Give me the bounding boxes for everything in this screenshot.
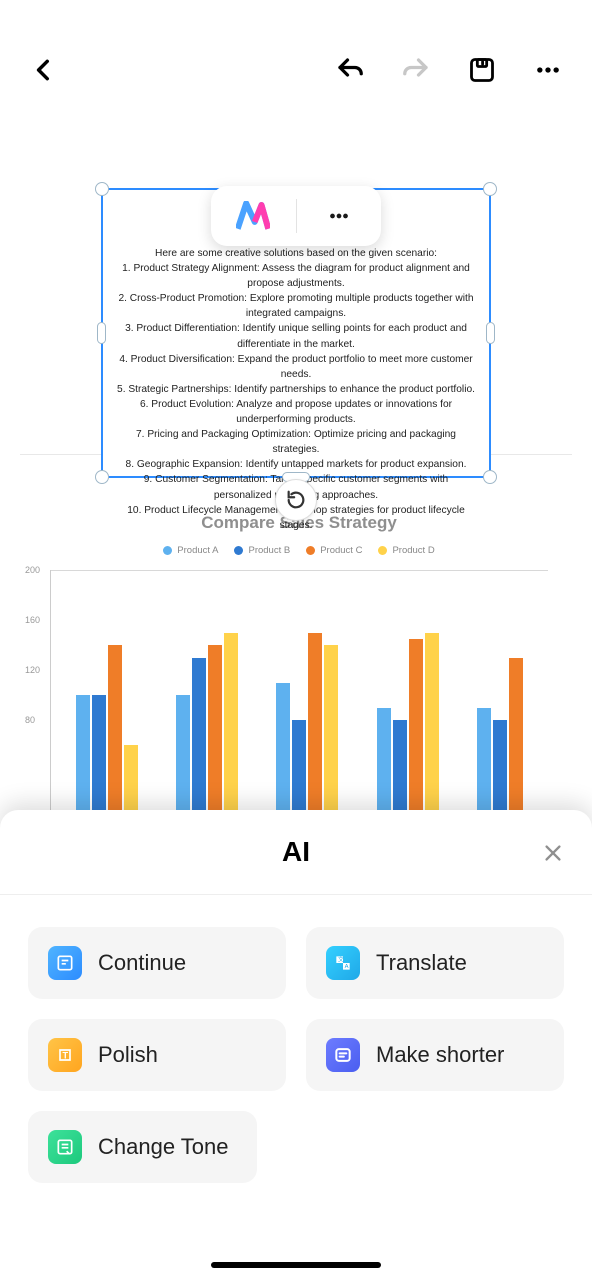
back-button[interactable]: [20, 46, 68, 94]
resize-handle-tr[interactable]: [483, 182, 497, 196]
redo-button[interactable]: [392, 46, 440, 94]
rotate-button[interactable]: [275, 479, 317, 521]
close-button[interactable]: [542, 842, 564, 869]
bar: [477, 708, 491, 821]
bar: [409, 639, 423, 820]
context-more-button[interactable]: [297, 186, 382, 246]
save-button[interactable]: [458, 46, 506, 94]
translate-button[interactable]: 文A Translate: [306, 927, 564, 999]
bar: [324, 645, 338, 820]
ai-actions: Continue 文A Translate T Polish Make shor…: [0, 895, 592, 1183]
close-icon: [542, 842, 564, 864]
app-logo-icon: [236, 201, 270, 231]
y-tick: 120: [25, 665, 40, 675]
bar: [208, 645, 222, 820]
rotate-ccw-icon: [285, 489, 307, 511]
bar-group: [377, 633, 439, 821]
resize-handle-left[interactable]: [97, 322, 106, 344]
legend-item: Product D: [378, 545, 434, 556]
top-toolbar: [0, 0, 592, 140]
bar: [493, 720, 507, 820]
polish-button[interactable]: T Polish: [28, 1019, 286, 1091]
ai-panel: AI Continue 文A Translate T Polish: [0, 810, 592, 1280]
app-logo-button[interactable]: [211, 186, 296, 246]
bar: [509, 658, 523, 821]
undo-button[interactable]: [326, 46, 374, 94]
more-horizontal-icon: [326, 203, 352, 229]
y-tick: 160: [25, 615, 40, 625]
polish-label: Polish: [98, 1042, 158, 1068]
home-indicator[interactable]: [211, 1262, 381, 1268]
bar: [176, 695, 190, 820]
bar: [224, 633, 238, 821]
legend-item: Product C: [306, 545, 362, 556]
continue-label: Continue: [98, 950, 186, 976]
continue-button[interactable]: Continue: [28, 927, 286, 999]
save-icon: [468, 56, 496, 84]
ai-panel-title: AI: [282, 836, 310, 867]
bar: [108, 645, 122, 820]
canvas[interactable]: Here are some creative solutions based o…: [0, 188, 592, 820]
more-button[interactable]: [524, 46, 572, 94]
bar: [425, 633, 439, 821]
undo-icon: [335, 55, 365, 85]
redo-icon: [401, 55, 431, 85]
bar: [377, 708, 391, 821]
change-tone-button[interactable]: Change Tone: [28, 1111, 257, 1183]
bar: [393, 720, 407, 820]
svg-text:文: 文: [338, 955, 344, 963]
axis-top-line: [51, 570, 548, 571]
bar: [292, 720, 306, 820]
shorter-label: Make shorter: [376, 1042, 504, 1068]
more-horizontal-icon: [534, 56, 562, 84]
bar: [76, 695, 90, 820]
bar-group: [176, 633, 238, 821]
tone-icon: [55, 1137, 75, 1157]
chart-legend: Product A Product B Product C Product D: [50, 545, 548, 556]
y-tick: 200: [25, 565, 40, 575]
legend-item: Product B: [234, 545, 290, 556]
bar: [92, 695, 106, 820]
resize-handle-bl[interactable]: [95, 470, 109, 484]
make-shorter-button[interactable]: Make shorter: [306, 1019, 564, 1091]
bar-group: [276, 633, 338, 821]
bar-group: [76, 645, 138, 820]
y-tick: 80: [25, 715, 35, 725]
svg-text:T: T: [63, 1050, 69, 1060]
bar-group: [477, 658, 523, 821]
continue-icon: [55, 953, 75, 973]
chevron-left-icon: [31, 57, 57, 83]
resize-handle-br[interactable]: [483, 470, 497, 484]
resize-handle-tl[interactable]: [95, 182, 109, 196]
ai-panel-header: AI: [0, 810, 592, 894]
translate-icon: 文A: [333, 953, 353, 973]
polish-icon: T: [55, 1045, 75, 1065]
shorten-icon: [333, 1045, 353, 1065]
resize-handle-right[interactable]: [486, 322, 495, 344]
svg-text:A: A: [345, 964, 349, 970]
tone-label: Change Tone: [98, 1134, 229, 1160]
translate-label: Translate: [376, 950, 467, 976]
chart-plot: 80120160200: [50, 570, 548, 820]
bar: [124, 745, 138, 820]
context-toolbar: [211, 186, 381, 246]
legend-item: Product A: [163, 545, 218, 556]
chart[interactable]: Compare Sales Strategy Product AProduct …: [20, 513, 572, 820]
bar: [192, 658, 206, 821]
bar: [276, 683, 290, 821]
bar: [308, 633, 322, 821]
